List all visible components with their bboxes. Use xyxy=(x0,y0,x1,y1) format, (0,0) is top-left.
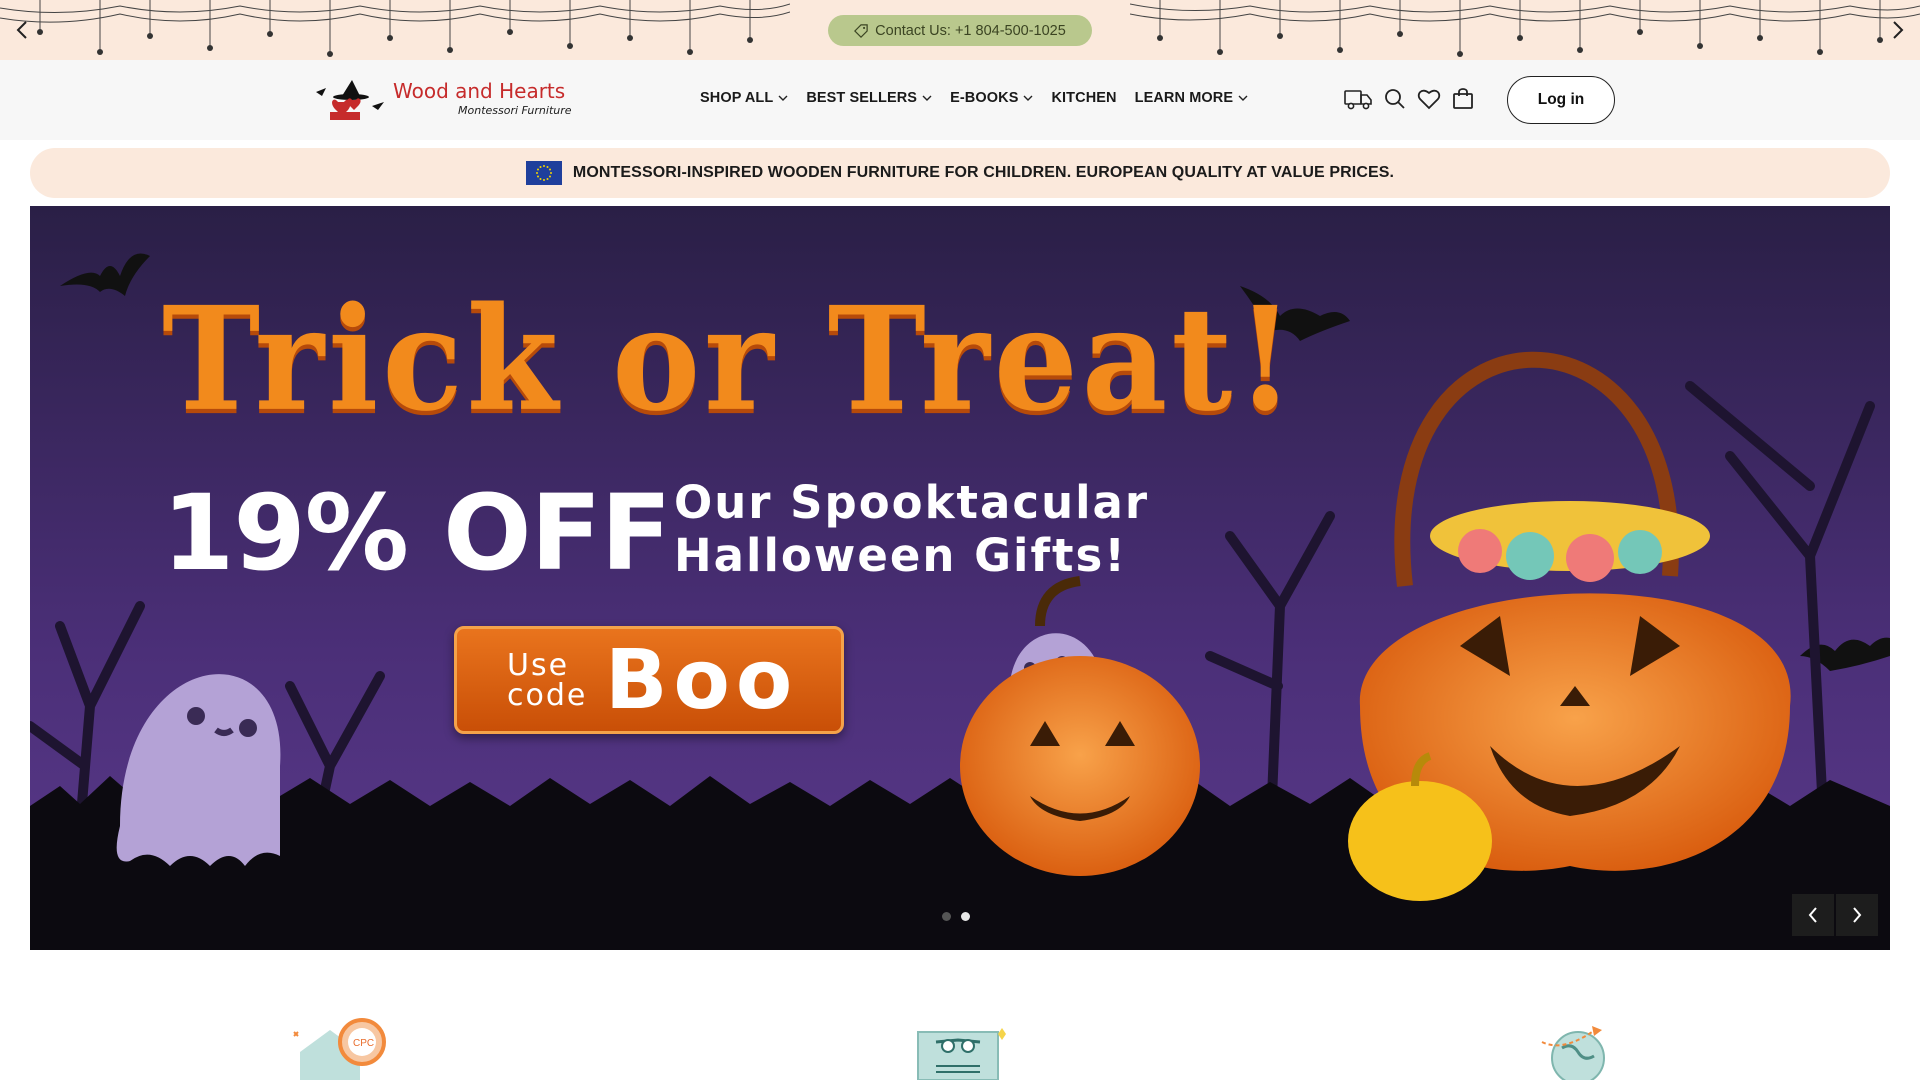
hero-banner[interactable]: Trick or Treat! 19% OFF Our Spooktacular… xyxy=(30,206,1890,950)
award-certificate-icon xyxy=(917,1028,1006,1080)
wishlist-button[interactable] xyxy=(1415,86,1443,112)
nav-best-sellers[interactable]: BEST SELLERS xyxy=(806,90,932,106)
cobweb-decoration xyxy=(1130,0,1920,57)
main-nav: SHOP ALL BEST SELLERS E-BOOKS KITCHEN LE… xyxy=(700,90,1266,106)
slide-indicators xyxy=(942,912,970,921)
cpc-certified-house-icon: CPC xyxy=(293,1018,386,1080)
nav-learn-more[interactable]: LEARN MORE xyxy=(1135,90,1248,106)
announcement-next-button[interactable] xyxy=(1886,16,1910,44)
chevron-down-icon xyxy=(778,95,788,101)
chevron-right-icon xyxy=(1893,21,1904,39)
chevron-right-icon xyxy=(1853,907,1862,923)
chevron-down-icon xyxy=(1023,95,1033,101)
logo-title: Wood and Hearts xyxy=(393,79,566,103)
contact-us-text: Contact Us: +1 804-500-1025 xyxy=(875,22,1066,39)
chevron-down-icon xyxy=(1238,95,1248,101)
slide-prev-button[interactable] xyxy=(1792,894,1834,936)
nav-kitchen[interactable]: KITCHEN xyxy=(1051,90,1116,106)
announcement-bar: Contact Us: +1 804-500-1025 xyxy=(0,0,1920,60)
nav-label: BEST SELLERS xyxy=(806,90,918,106)
witch-hat-hearts-logo-icon xyxy=(316,80,384,120)
hero-subtitle-line1: Our Spooktacular xyxy=(674,476,1150,529)
eu-flag-icon xyxy=(525,161,562,185)
svg-text:CPC: CPC xyxy=(353,1038,374,1049)
nav-label: LEARN MORE xyxy=(1134,90,1234,106)
cart-icon xyxy=(1453,88,1473,109)
nav-e-books[interactable]: E-BOOKS xyxy=(950,90,1033,106)
promo-code: Boo xyxy=(605,633,799,728)
nav-shop-all[interactable]: SHOP ALL xyxy=(700,90,788,106)
tag-icon xyxy=(854,23,868,38)
promo-code-badge[interactable]: Use code Boo xyxy=(454,626,844,734)
shipping-truck-button[interactable] xyxy=(1344,86,1372,112)
code-prefix: Use code xyxy=(507,651,587,711)
hero-subtitle-line2: Halloween Gifts! xyxy=(674,529,1127,582)
logo-subtitle: Montessori Furniture xyxy=(458,104,572,117)
slide-dot-1[interactable] xyxy=(942,912,951,921)
chevron-left-icon xyxy=(1808,907,1817,923)
code-prefix-line2: code xyxy=(507,678,588,713)
code-prefix-line1: Use xyxy=(507,648,570,683)
slide-next-button[interactable] xyxy=(1836,894,1878,936)
nav-label: E-BOOKS xyxy=(950,90,1019,106)
promo-strip: MONTESSORI-INSPIRED WOODEN FURNITURE FOR… xyxy=(30,148,1890,198)
contact-us-link[interactable]: Contact Us: +1 804-500-1025 xyxy=(828,15,1092,46)
search-icon xyxy=(1385,89,1405,109)
nav-label: SHOP ALL xyxy=(700,90,774,106)
globe-shipping-icon xyxy=(1541,1026,1605,1080)
login-button[interactable]: Log in xyxy=(1507,76,1615,124)
promo-text: MONTESSORI-INSPIRED WOODEN FURNITURE FOR… xyxy=(572,164,1395,181)
hero-discount: 19% OFF xyxy=(162,472,672,594)
heart-icon xyxy=(1417,89,1441,110)
cart-button[interactable] xyxy=(1449,86,1477,112)
truck-icon xyxy=(1344,90,1372,110)
search-button[interactable] xyxy=(1381,86,1409,112)
cobweb-decoration xyxy=(0,0,790,57)
announcement-prev-button[interactable] xyxy=(10,16,34,44)
slide-dot-2[interactable] xyxy=(961,912,970,921)
hero-subtitle: Our Spooktacular Halloween Gifts! xyxy=(674,476,1149,582)
hero-title: Trick or Treat! xyxy=(162,276,1299,444)
logo[interactable]: Wood and Hearts Montessori Furniture xyxy=(316,78,576,122)
site-header: Wood and Hearts Montessori Furniture SHO… xyxy=(0,60,1920,140)
chevron-left-icon xyxy=(16,21,27,39)
chevron-down-icon xyxy=(922,95,932,101)
nav-label: KITCHEN xyxy=(1051,90,1117,106)
